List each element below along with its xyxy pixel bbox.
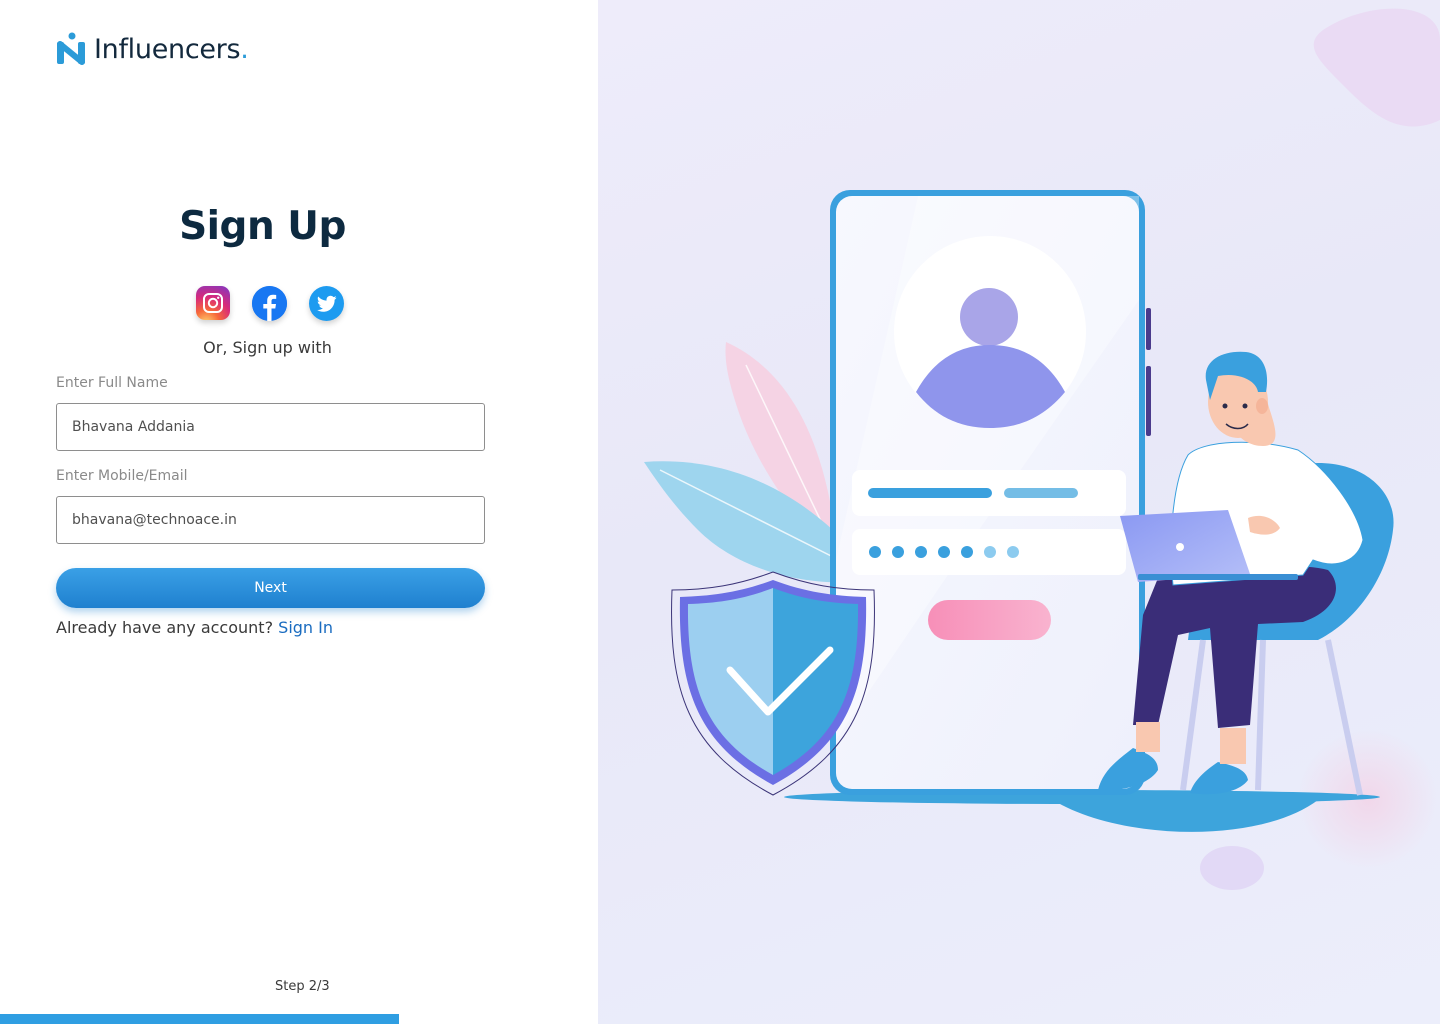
full-name-input[interactable] bbox=[56, 403, 485, 451]
phone-pink-button bbox=[928, 600, 1051, 640]
corner-blob bbox=[1313, 8, 1440, 127]
signin-prompt-row: Already have any account? Sign In bbox=[56, 618, 333, 637]
small-blob bbox=[1200, 846, 1264, 890]
twitter-icon bbox=[316, 295, 337, 312]
signup-illustration bbox=[644, 8, 1440, 890]
social-signup-buttons bbox=[196, 286, 344, 321]
progress-bar-fill bbox=[0, 1014, 399, 1024]
mobile-email-input[interactable] bbox=[56, 496, 485, 544]
brand-dot: . bbox=[240, 33, 249, 65]
brand-logo[interactable]: Influencers. bbox=[56, 32, 249, 66]
signin-link[interactable]: Sign In bbox=[278, 618, 333, 637]
contact-label: Enter Mobile/Email bbox=[56, 468, 188, 484]
page-title: Sign Up bbox=[179, 204, 346, 249]
next-button[interactable]: Next bbox=[56, 568, 485, 608]
signin-prompt-text: Already have any account? bbox=[56, 618, 274, 637]
instagram-icon bbox=[203, 293, 223, 313]
influencers-logo-icon bbox=[57, 32, 85, 65]
brand-name: Influencers bbox=[94, 33, 241, 65]
social-signup-caption: Or, Sign up with bbox=[203, 338, 332, 357]
illustration-panel bbox=[598, 0, 1440, 1024]
facebook-icon bbox=[252, 286, 287, 321]
step-indicator: Step 2/3 bbox=[275, 979, 330, 994]
twitter-button[interactable] bbox=[309, 286, 344, 321]
full-name-label: Enter Full Name bbox=[56, 375, 168, 391]
signup-panel: Influencers. Sign Up Or, Sign up with En… bbox=[0, 0, 598, 1024]
facebook-button[interactable] bbox=[252, 286, 287, 321]
instagram-button[interactable] bbox=[196, 286, 230, 320]
